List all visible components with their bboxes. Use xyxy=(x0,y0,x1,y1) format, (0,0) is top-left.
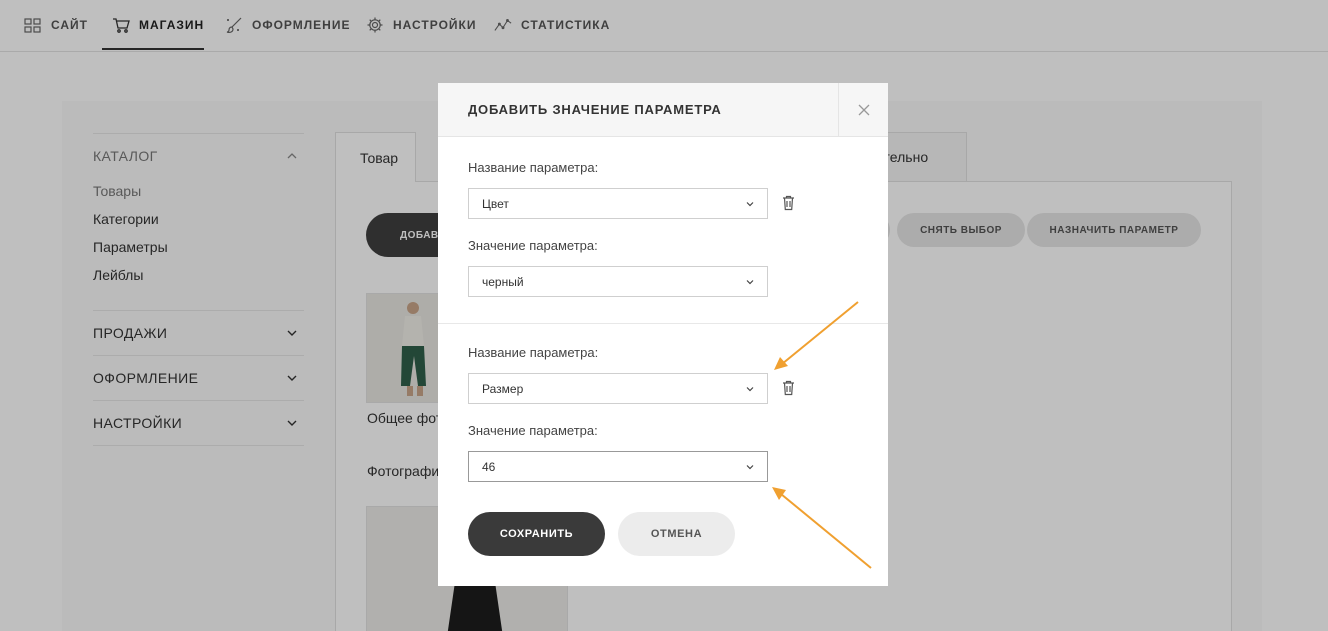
close-button[interactable] xyxy=(838,83,888,137)
param-value-value: черный xyxy=(482,274,524,289)
chevron-down-icon xyxy=(746,280,754,285)
close-icon xyxy=(858,104,869,116)
modal-header: ДОБАВИТЬ ЗНАЧЕНИЕ ПАРАМЕТРА xyxy=(438,83,888,137)
param-name-select[interactable]: Цвет xyxy=(468,188,768,219)
param-value-select[interactable]: черный xyxy=(468,266,768,297)
param-value-label: Значение параметра: xyxy=(468,423,598,438)
cancel-button[interactable]: ОТМЕНА xyxy=(618,512,735,556)
trash-icon[interactable] xyxy=(781,195,796,211)
chevron-down-icon xyxy=(746,387,754,392)
chevron-down-icon xyxy=(746,465,754,470)
param-name-select[interactable]: Размер xyxy=(468,373,768,404)
param-value-select[interactable]: 46 xyxy=(468,451,768,482)
chevron-down-icon xyxy=(746,202,754,207)
param-name-value: Цвет xyxy=(482,196,509,211)
param-value-label: Значение параметра: xyxy=(468,238,598,253)
save-button[interactable]: СОХРАНИТЬ xyxy=(468,512,605,556)
add-parameter-value-modal: ДОБАВИТЬ ЗНАЧЕНИЕ ПАРАМЕТРА Название пар… xyxy=(438,83,888,586)
trash-icon[interactable] xyxy=(781,380,796,396)
param-name-label: Название параметра: xyxy=(468,160,599,175)
param-name-label: Название параметра: xyxy=(468,345,599,360)
param-name-value: Размер xyxy=(482,381,524,396)
param-value-value: 46 xyxy=(482,459,496,474)
group-divider xyxy=(438,323,888,324)
modal-title: ДОБАВИТЬ ЗНАЧЕНИЕ ПАРАМЕТРА xyxy=(468,102,722,117)
